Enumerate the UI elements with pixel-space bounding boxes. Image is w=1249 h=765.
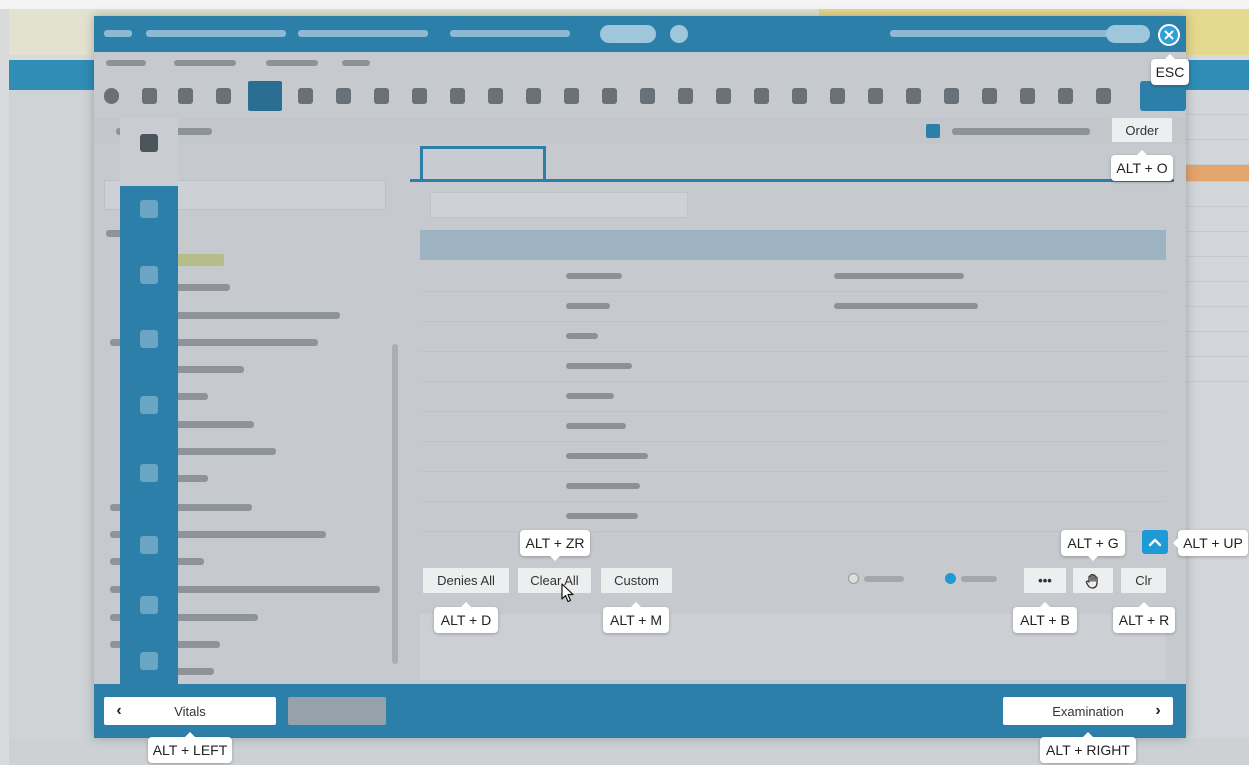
modal-sidebar [120, 118, 178, 684]
symptom-panel [406, 144, 1186, 684]
chevron-up-icon [1148, 538, 1162, 547]
order-button[interactable]: Order [1111, 117, 1173, 143]
shortcut-tip-gesture: ALT + G [1061, 530, 1125, 561]
chevron-left-icon: ‹ [116, 702, 122, 719]
radio-option-2[interactable] [945, 573, 997, 584]
toolbar-hpi-icon[interactable] [248, 81, 282, 111]
shortcut-tip-clr: ALT + R [1113, 602, 1175, 633]
shortcut-tip-custom: ALT + M [603, 602, 669, 633]
shortcut-tip-scroll-up: ALT + UP [1173, 530, 1248, 556]
modal-toolbar [94, 74, 1186, 118]
chevron-right-icon: › [1155, 702, 1161, 719]
radio-option-1[interactable] [848, 573, 904, 584]
modal-header [94, 16, 1186, 52]
denies-all-button[interactable]: Denies All [422, 567, 510, 594]
background-strip [0, 0, 1249, 9]
modal-subheader [94, 118, 1186, 144]
examination-button[interactable]: Examination › [1003, 697, 1173, 725]
clr-button[interactable]: Clr [1120, 567, 1167, 594]
shortcut-tip-esc: ESC [1151, 54, 1189, 85]
custom-button[interactable]: Custom [600, 567, 673, 594]
vitals-button[interactable]: ‹ Vitals [104, 697, 276, 725]
clear-all-button[interactable]: Clear All [517, 567, 592, 594]
close-icon [1164, 30, 1174, 40]
hand-icon [1085, 573, 1098, 589]
scroll-up-button[interactable] [1142, 530, 1168, 554]
shortcut-tip-more: ALT + B [1013, 602, 1077, 633]
examination-label: Examination [1052, 703, 1124, 719]
symptom-table-header [420, 230, 1166, 260]
close-button[interactable] [1158, 24, 1180, 46]
tab-constitutional[interactable] [420, 146, 546, 181]
gesture-button[interactable] [1072, 567, 1114, 594]
mouse-cursor-icon [561, 583, 574, 603]
shortcut-tip-vitals: ALT + LEFT [148, 732, 232, 763]
vitals-label: Vitals [174, 703, 206, 719]
shortcut-tip-examination: ALT + RIGHT [1040, 732, 1136, 763]
background-left-panel [9, 90, 99, 760]
more-options-button[interactable]: ••• [1023, 567, 1067, 594]
category-dropdown[interactable] [288, 697, 386, 725]
background-right-panel [1186, 90, 1249, 760]
shortcut-tip-denies-all: ALT + D [434, 602, 498, 633]
modal-menubar [94, 52, 1186, 74]
shortcut-tip-order: ALT + O [1111, 150, 1173, 181]
shortcut-tip-clear-all: ALT + ZR [520, 530, 590, 561]
